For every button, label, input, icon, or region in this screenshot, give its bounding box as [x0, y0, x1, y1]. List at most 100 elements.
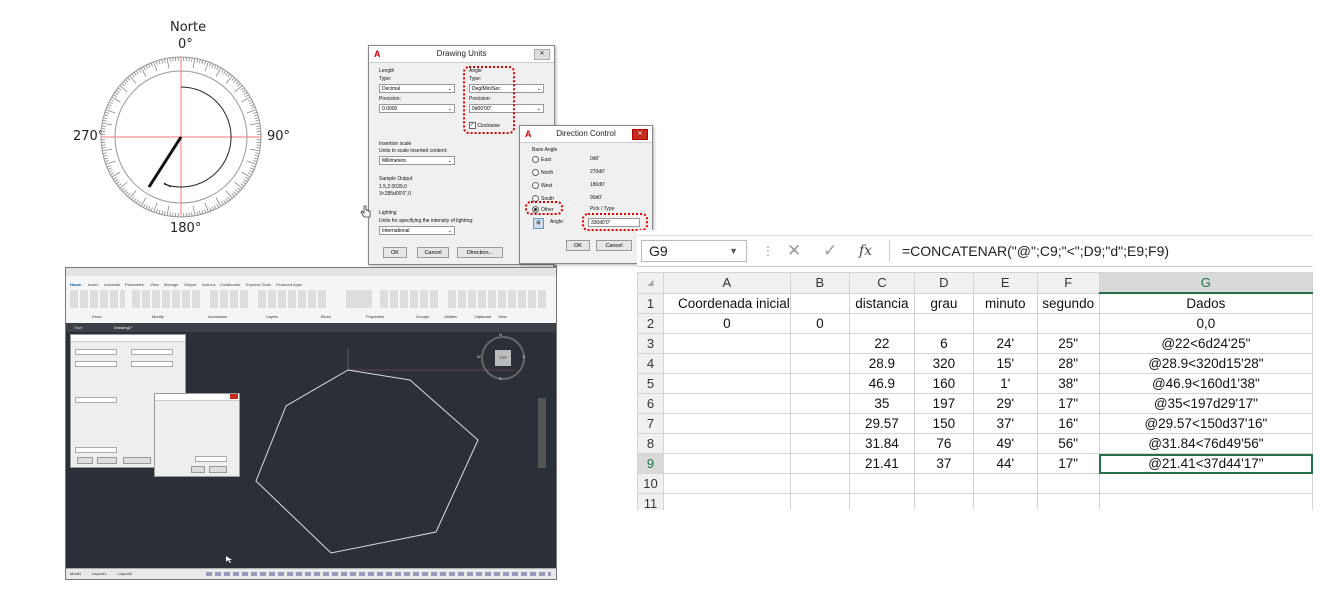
- cell-e2[interactable]: [972, 313, 1038, 334]
- cell-f9[interactable]: 17": [1036, 453, 1100, 474]
- length-precision-select[interactable]: 0.0000 ⌄: [379, 104, 455, 113]
- column-header-e[interactable]: E: [972, 272, 1038, 294]
- length-type-select[interactable]: Decimal ⌄: [379, 84, 455, 93]
- cell-d5[interactable]: 160: [913, 373, 974, 394]
- mini-angle-input[interactable]: [195, 456, 227, 462]
- mini-select[interactable]: [75, 361, 117, 367]
- cell-a3[interactable]: [662, 333, 791, 354]
- tab-model[interactable]: Model: [70, 569, 81, 579]
- cell-d4[interactable]: 320: [913, 353, 974, 374]
- cell-f2[interactable]: [1036, 313, 1100, 334]
- block-tools[interactable]: [346, 290, 372, 308]
- modify-tools[interactable]: [132, 290, 202, 308]
- chevron-down-icon[interactable]: ▼: [729, 241, 738, 261]
- cell-c9[interactable]: 21.41: [848, 453, 915, 474]
- cell-f6[interactable]: 17": [1036, 393, 1100, 414]
- viewcube-top[interactable]: TOP: [495, 350, 511, 366]
- mini-select[interactable]: [75, 397, 117, 403]
- cell-b11[interactable]: [789, 493, 850, 510]
- cell-f8[interactable]: 56": [1036, 433, 1100, 454]
- cell-f4[interactable]: 28": [1036, 353, 1100, 374]
- properties-tools[interactable]: [380, 290, 440, 308]
- cell-a2[interactable]: 0: [662, 313, 791, 334]
- column-header-b[interactable]: B: [789, 272, 850, 294]
- navigation-bar[interactable]: [538, 398, 546, 468]
- cell-f3[interactable]: 25": [1036, 333, 1100, 354]
- formula-input[interactable]: =CONCATENAR("@";C9;"<";D9;"d";E9;F9): [889, 240, 1313, 262]
- cell-c1[interactable]: distancia: [848, 292, 915, 314]
- mini-select[interactable]: [75, 447, 117, 453]
- cell-e5[interactable]: 1': [972, 373, 1038, 394]
- row-header[interactable]: 9: [637, 453, 664, 474]
- mini-direction-button[interactable]: [123, 457, 151, 464]
- cell-g4[interactable]: @28.9<320d15'28": [1098, 353, 1313, 374]
- tab-featured-apps[interactable]: Featured Apps: [276, 282, 302, 287]
- row-header[interactable]: 6: [637, 393, 664, 414]
- cell-g11[interactable]: [1098, 493, 1313, 510]
- mini-cancel-button[interactable]: [97, 457, 117, 464]
- tab-collaborate[interactable]: Collaborate: [220, 282, 240, 287]
- cell-d2[interactable]: [913, 313, 974, 334]
- cell-a10[interactable]: [662, 473, 791, 494]
- cell-e4[interactable]: 15': [972, 353, 1038, 374]
- tab-manage[interactable]: Manage: [164, 282, 178, 287]
- cell-c7[interactable]: 29.57: [848, 413, 915, 434]
- row-header[interactable]: 10: [637, 473, 664, 494]
- cell-g3[interactable]: @22<6d24'25": [1098, 333, 1313, 354]
- column-header-d[interactable]: D: [913, 272, 974, 294]
- tab-drawing1[interactable]: Drawing1*: [114, 325, 132, 330]
- cell-d6[interactable]: 197: [913, 393, 974, 414]
- cell-g6[interactable]: @35<197d29'17": [1098, 393, 1313, 414]
- cell-e11[interactable]: [972, 493, 1038, 510]
- cell-d7[interactable]: 150: [913, 413, 974, 434]
- cell-b5[interactable]: [789, 373, 850, 394]
- cell-f10[interactable]: [1036, 473, 1100, 494]
- cell-g9[interactable]: @21.41<37d44'17": [1098, 453, 1313, 474]
- cell-c5[interactable]: 46.9: [848, 373, 915, 394]
- cell-d3[interactable]: 6: [913, 333, 974, 354]
- row-header[interactable]: 1: [637, 292, 664, 314]
- tab-addins[interactable]: Add-ins: [202, 282, 216, 287]
- cell-g1[interactable]: Dados: [1098, 292, 1313, 314]
- tab-home[interactable]: Home: [70, 282, 81, 287]
- cell-b3[interactable]: [789, 333, 850, 354]
- tab-layout1[interactable]: Layout1: [92, 569, 106, 579]
- cell-g7[interactable]: @29.57<150d37'16": [1098, 413, 1313, 434]
- cell-c8[interactable]: 31.84: [848, 433, 915, 454]
- mini-select[interactable]: [75, 349, 117, 355]
- cell-d1[interactable]: grau: [913, 292, 974, 314]
- row-header[interactable]: 3: [637, 333, 664, 354]
- cell-a6[interactable]: [662, 393, 791, 414]
- mini-select[interactable]: [131, 349, 173, 355]
- layers-tools[interactable]: [258, 290, 328, 308]
- cell-a9[interactable]: [662, 453, 791, 474]
- column-header-f[interactable]: F: [1036, 272, 1100, 294]
- tab-start[interactable]: Start: [74, 325, 82, 330]
- cell-f11[interactable]: [1036, 493, 1100, 510]
- cell-d10[interactable]: [913, 473, 974, 494]
- row-header[interactable]: 5: [637, 373, 664, 394]
- tab-view[interactable]: View: [150, 282, 159, 287]
- radio-east[interactable]: East: [532, 156, 551, 163]
- tab-express-tools[interactable]: Express Tools: [246, 282, 271, 287]
- row-header[interactable]: 8: [637, 433, 664, 454]
- cell-b2[interactable]: 0: [789, 313, 850, 334]
- tab-insert[interactable]: Insert: [88, 282, 98, 287]
- cancel-button[interactable]: Cancel: [596, 240, 632, 251]
- cancel-icon[interactable]: ✕: [787, 240, 801, 262]
- annotation-tools[interactable]: [210, 290, 250, 308]
- mini-ok-button[interactable]: [191, 466, 205, 473]
- cell-e3[interactable]: 24': [972, 333, 1038, 354]
- cell-f5[interactable]: 38": [1036, 373, 1100, 394]
- row-header[interactable]: 11: [637, 493, 664, 510]
- cell-f1[interactable]: segundo: [1036, 292, 1100, 314]
- mini-select[interactable]: [131, 361, 173, 367]
- cell-e8[interactable]: 49': [972, 433, 1038, 454]
- enter-icon[interactable]: ✓: [823, 240, 837, 262]
- tab-output[interactable]: Output: [184, 282, 196, 287]
- cell-g2[interactable]: 0,0: [1098, 313, 1313, 334]
- tab-annotate[interactable]: Annotate: [104, 282, 120, 287]
- direction-button[interactable]: Direction...: [457, 247, 503, 258]
- radio-west[interactable]: West: [532, 182, 552, 189]
- cell-b7[interactable]: [789, 413, 850, 434]
